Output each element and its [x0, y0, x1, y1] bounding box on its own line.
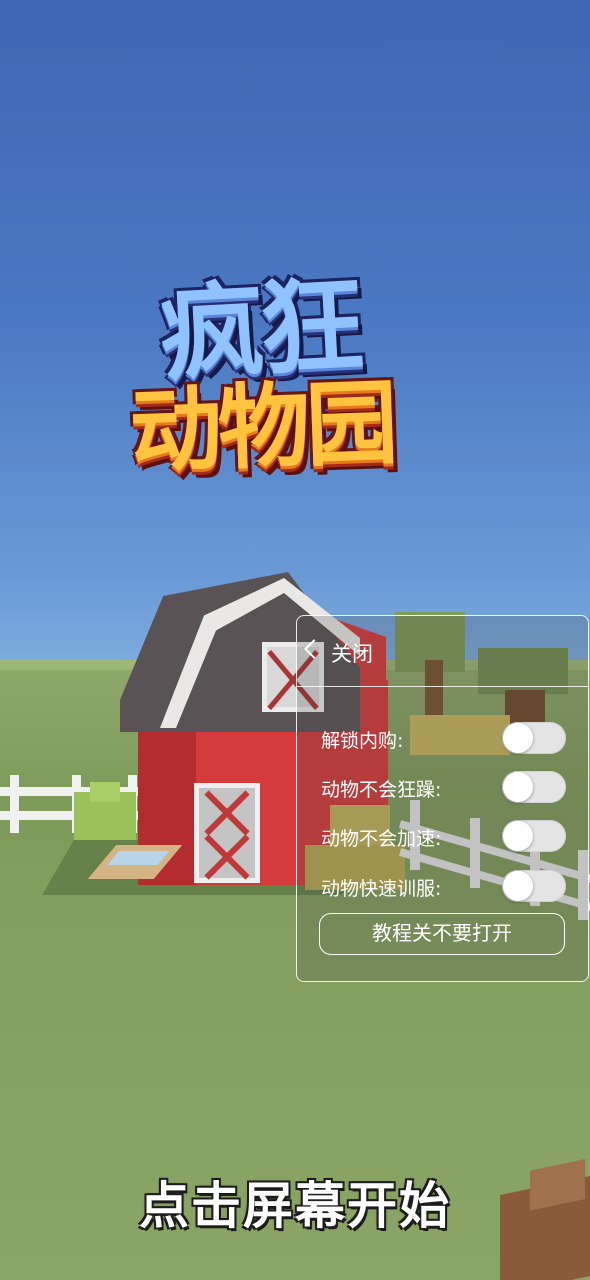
option-label: 动物不会加速:	[321, 828, 442, 850]
option-row-unlock-iap: 解锁内购:	[321, 718, 571, 758]
toggle-no-speedup[interactable]	[502, 820, 566, 852]
option-row-no-speedup: 动物不会加速:	[321, 816, 571, 856]
game-title-line2: 动物园	[128, 369, 396, 486]
option-label: 动物快速训服:	[321, 878, 442, 900]
toggle-knob	[503, 772, 533, 802]
game-title-line1: 疯狂	[156, 263, 364, 397]
tap-to-start-text[interactable]: 点击屏幕开始	[0, 1166, 590, 1238]
bush	[74, 782, 136, 840]
toggle-fast-tame[interactable]	[502, 870, 566, 902]
tutorial-button[interactable]: 教程关不要打开	[319, 913, 565, 955]
panel-close-button[interactable]: 关闭	[297, 616, 588, 688]
cheat-panel: 关闭 解锁内购: 动物不会狂躁: 动物不会加速: 动物快速训服: 教程关不要打开	[296, 615, 589, 982]
chevron-left-icon	[304, 639, 324, 659]
option-label: 解锁内购:	[321, 730, 404, 752]
option-row-no-rampage: 动物不会狂躁:	[321, 767, 571, 807]
option-label: 动物不会狂躁:	[321, 779, 442, 801]
toggle-knob	[503, 871, 533, 901]
option-row-fast-tame: 动物快速训服:	[321, 866, 571, 906]
toggle-no-rampage[interactable]	[502, 771, 566, 803]
toggle-knob	[503, 723, 533, 753]
game-scene[interactable]: 疯狂 动物园 关闭 解锁内购: 动物不会狂躁: 动物不会加速: 动物快速训服: …	[0, 0, 590, 1280]
toggle-unlock-iap[interactable]	[502, 722, 566, 754]
barn-door	[194, 783, 260, 883]
close-label: 关闭	[331, 642, 373, 666]
divider	[297, 686, 588, 687]
toggle-knob	[503, 821, 533, 851]
